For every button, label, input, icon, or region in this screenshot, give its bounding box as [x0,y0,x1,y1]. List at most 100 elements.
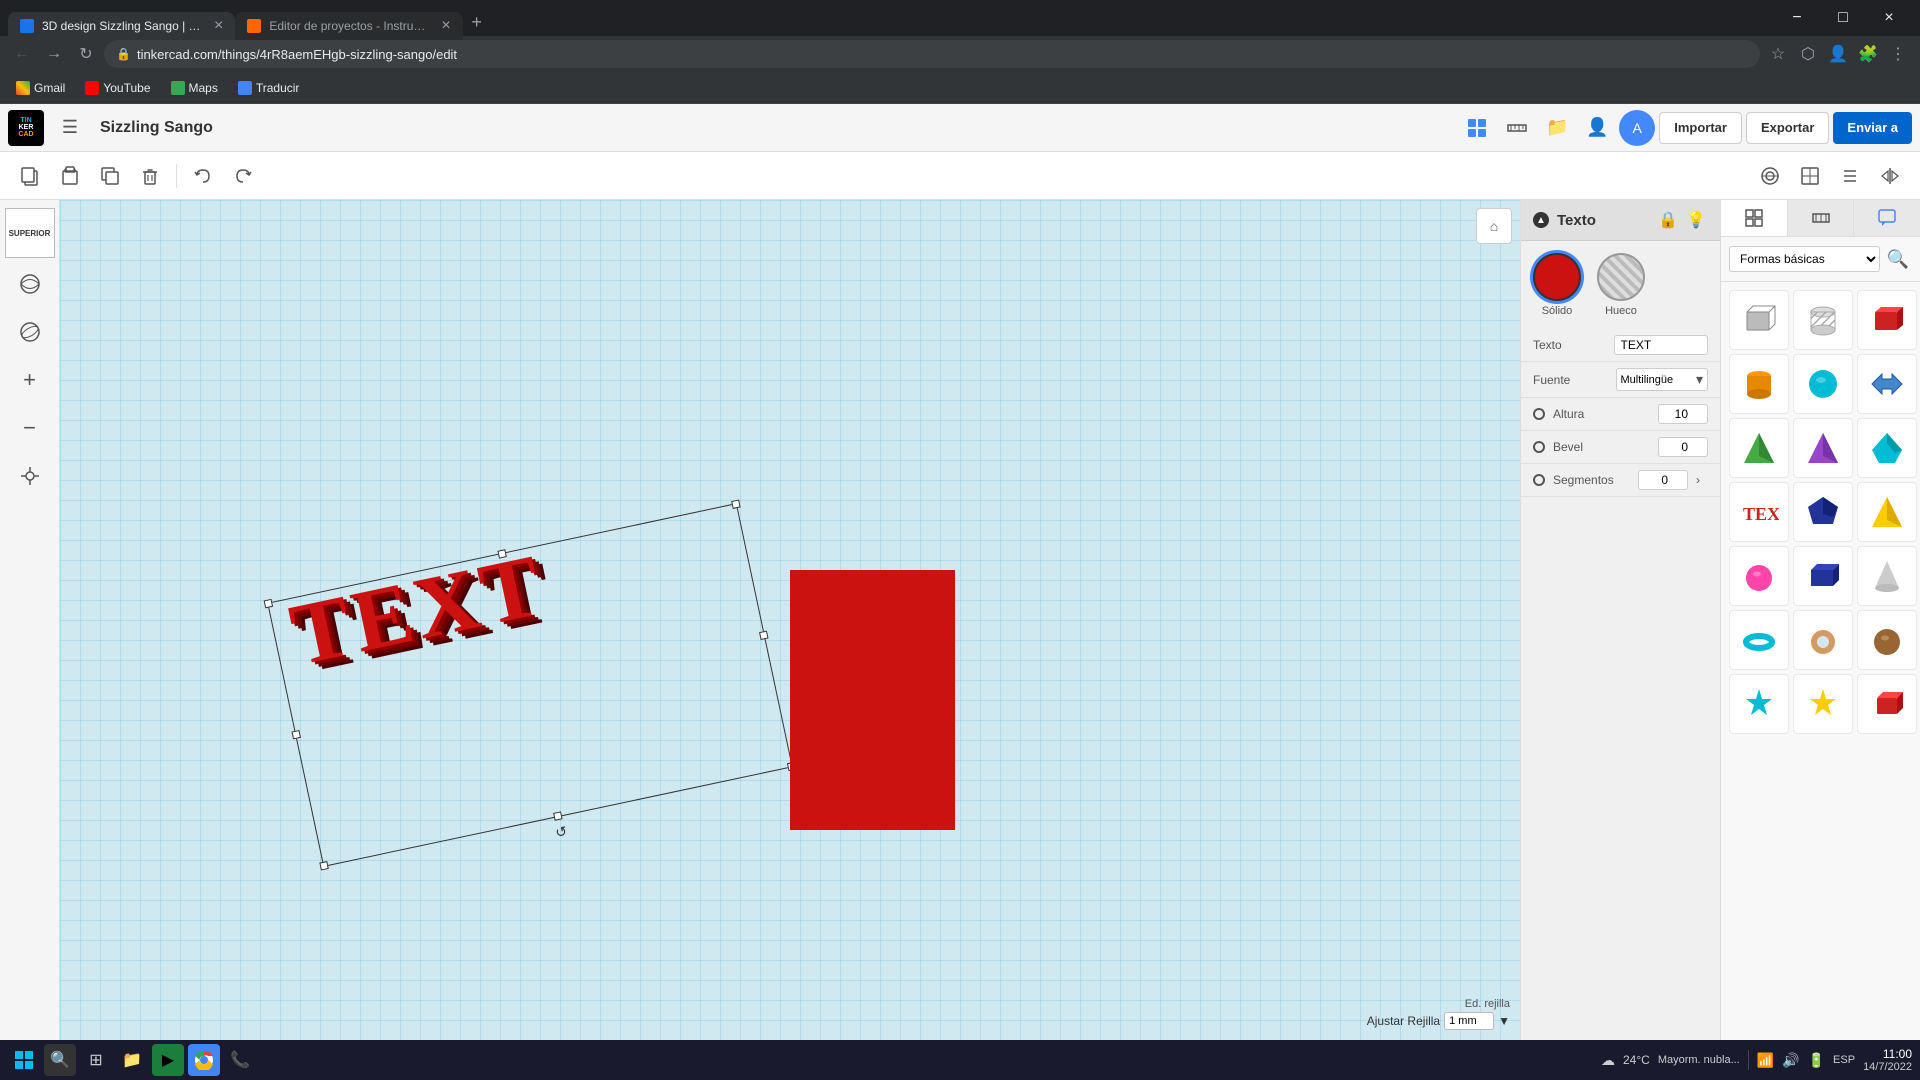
folder-icon[interactable]: 📁 [1539,110,1575,146]
shapes-measure-view-btn[interactable] [1788,200,1855,236]
handle-tl[interactable] [264,599,273,608]
tab-active[interactable]: 3D design Sizzling Sango | Tinker... × [8,12,235,40]
volume-icon[interactable]: 🔊 [1782,1052,1799,1069]
shape-box-gray[interactable] [1729,290,1789,350]
tab-close-active[interactable]: × [214,17,223,35]
taskbar-search[interactable]: 🔍 [44,1044,76,1076]
bulb-icon[interactable]: 💡 [1684,208,1708,232]
shape-torus-teal[interactable] [1729,610,1789,670]
taskbar-spotify[interactable]: ▶ [152,1044,184,1076]
taskbar-teams[interactable]: 📞 [224,1044,256,1076]
user-avatar[interactable]: A [1619,110,1655,146]
handle-bl[interactable] [319,861,328,870]
solid-swatch[interactable] [1533,253,1581,301]
font-dropdown[interactable]: Multilingüe ▾ [1616,368,1709,391]
home-view-button[interactable] [8,262,52,306]
view-indicator[interactable]: SUPERIOR [5,208,55,258]
shape-prism-teal[interactable] [1857,418,1917,478]
delete-button[interactable] [132,158,168,194]
minimize-button[interactable]: − [1774,2,1820,34]
shapes-chat-view-btn[interactable] [1854,200,1920,236]
back-button[interactable]: ← [8,40,36,68]
taskbar-files[interactable]: 📁 [116,1044,148,1076]
shape-pyramid-purple[interactable] [1793,418,1853,478]
grid-view-icon[interactable] [1459,110,1495,146]
hamburger-menu-button[interactable]: ☰ [52,110,88,146]
address-bar[interactable]: 🔒 tinkercad.com/things/4rR8aemEHgb-sizzl… [104,40,1760,68]
inspector-collapse-icon[interactable]: ▲ [1533,212,1549,228]
copy-button[interactable] [12,158,48,194]
bookmark-translate[interactable]: Traducir [230,79,308,97]
rotate-handle[interactable]: ↺ [552,822,571,841]
handle-ml[interactable] [291,730,300,739]
shape-sphere-pink[interactable] [1729,546,1789,606]
duplicate-button[interactable] [92,158,128,194]
shape-sphere-teal[interactable] [1793,354,1853,414]
lock-inspector-icon[interactable]: 🔒 [1656,208,1680,232]
shape-box-red-small[interactable] [1857,674,1917,734]
paste-button[interactable] [52,158,88,194]
undo-button[interactable] [185,158,221,194]
start-button[interactable] [8,1044,40,1076]
shape-connector-blue[interactable] [1857,354,1917,414]
maximize-button[interactable]: □ [1820,2,1866,34]
shape-pyramid-green[interactable] [1729,418,1789,478]
shapes-search-button[interactable]: 🔍 [1884,245,1912,273]
send-button[interactable]: Enviar a [1833,112,1912,144]
cast-icon[interactable]: ⬡ [1794,40,1822,68]
view-mirror-button[interactable] [1872,158,1908,194]
orbit-button[interactable] [8,310,52,354]
tc-canvas[interactable]: ⌂ TEXT ↺ [60,200,1520,1040]
export-button[interactable]: Exportar [1746,112,1829,144]
extensions-icon[interactable]: 🧩 [1854,40,1882,68]
handle-bm[interactable] [553,811,562,820]
taskbar-chrome[interactable] [188,1044,220,1076]
shape-star-yellow[interactable] [1793,674,1853,734]
bookmark-gmail[interactable]: Gmail [8,79,73,97]
bevel-input[interactable] [1658,437,1708,457]
tinkercad-logo[interactable]: TIN KER CAD [8,110,44,146]
profile-nav-icon[interactable]: 👤 [1579,110,1615,146]
shape-star-teal[interactable] [1729,674,1789,734]
tab-close-inactive[interactable]: × [441,17,450,35]
close-button[interactable]: × [1866,2,1912,34]
new-tab-button[interactable]: + [463,8,491,36]
height-input[interactable] [1658,404,1708,424]
text-3d-object[interactable]: TEXT [282,535,553,687]
zoom-in-button[interactable]: + [8,358,52,402]
forward-button[interactable]: → [40,40,68,68]
shape-sphere-brown[interactable] [1857,610,1917,670]
red-rectangle[interactable] [790,570,955,830]
ruler-view-icon[interactable] [1499,110,1535,146]
tab-inactive[interactable]: Editor de proyectos - Instructabl... × [235,12,462,40]
shape-cylinder-striped[interactable] [1793,290,1853,350]
battery-icon[interactable]: 🔋 [1808,1052,1825,1069]
view-perspective-button[interactable] [1752,158,1788,194]
shape-cone-gray[interactable] [1857,546,1917,606]
bookmark-maps[interactable]: Maps [163,79,226,97]
shape-torus-brown[interactable] [1793,610,1853,670]
shapes-category-select[interactable]: Formas básicas [1729,246,1880,272]
profile-icon[interactable]: 👤 [1824,40,1852,68]
reload-button[interactable]: ↻ [72,40,100,68]
shape-text-red[interactable]: TEXT [1729,482,1789,542]
grid-dropdown-arrow[interactable]: ▼ [1498,1014,1510,1028]
handle-mr[interactable] [759,631,768,640]
fit-view-button[interactable] [8,454,52,498]
grid-input[interactable] [1444,1012,1494,1030]
handle-tr[interactable] [731,499,740,508]
taskbar-widgets[interactable]: ⊞ [80,1044,112,1076]
bookmark-youtube[interactable]: YouTube [77,79,158,97]
view-top-button[interactable] [1792,158,1828,194]
bookmark-icon[interactable]: ☆ [1764,40,1792,68]
hollow-swatch[interactable] [1597,253,1645,301]
shape-box-red[interactable] [1857,290,1917,350]
segments-toggle[interactable]: › [1688,470,1708,490]
segments-input[interactable] [1638,470,1688,490]
zoom-out-button[interactable]: − [8,406,52,450]
shape-pentagon-navy[interactable] [1793,482,1853,542]
text-value-input[interactable] [1614,335,1709,355]
view-align-button[interactable] [1832,158,1868,194]
shapes-grid-view-btn[interactable] [1721,200,1788,236]
shape-pyramid-yellow[interactable] [1857,482,1917,542]
